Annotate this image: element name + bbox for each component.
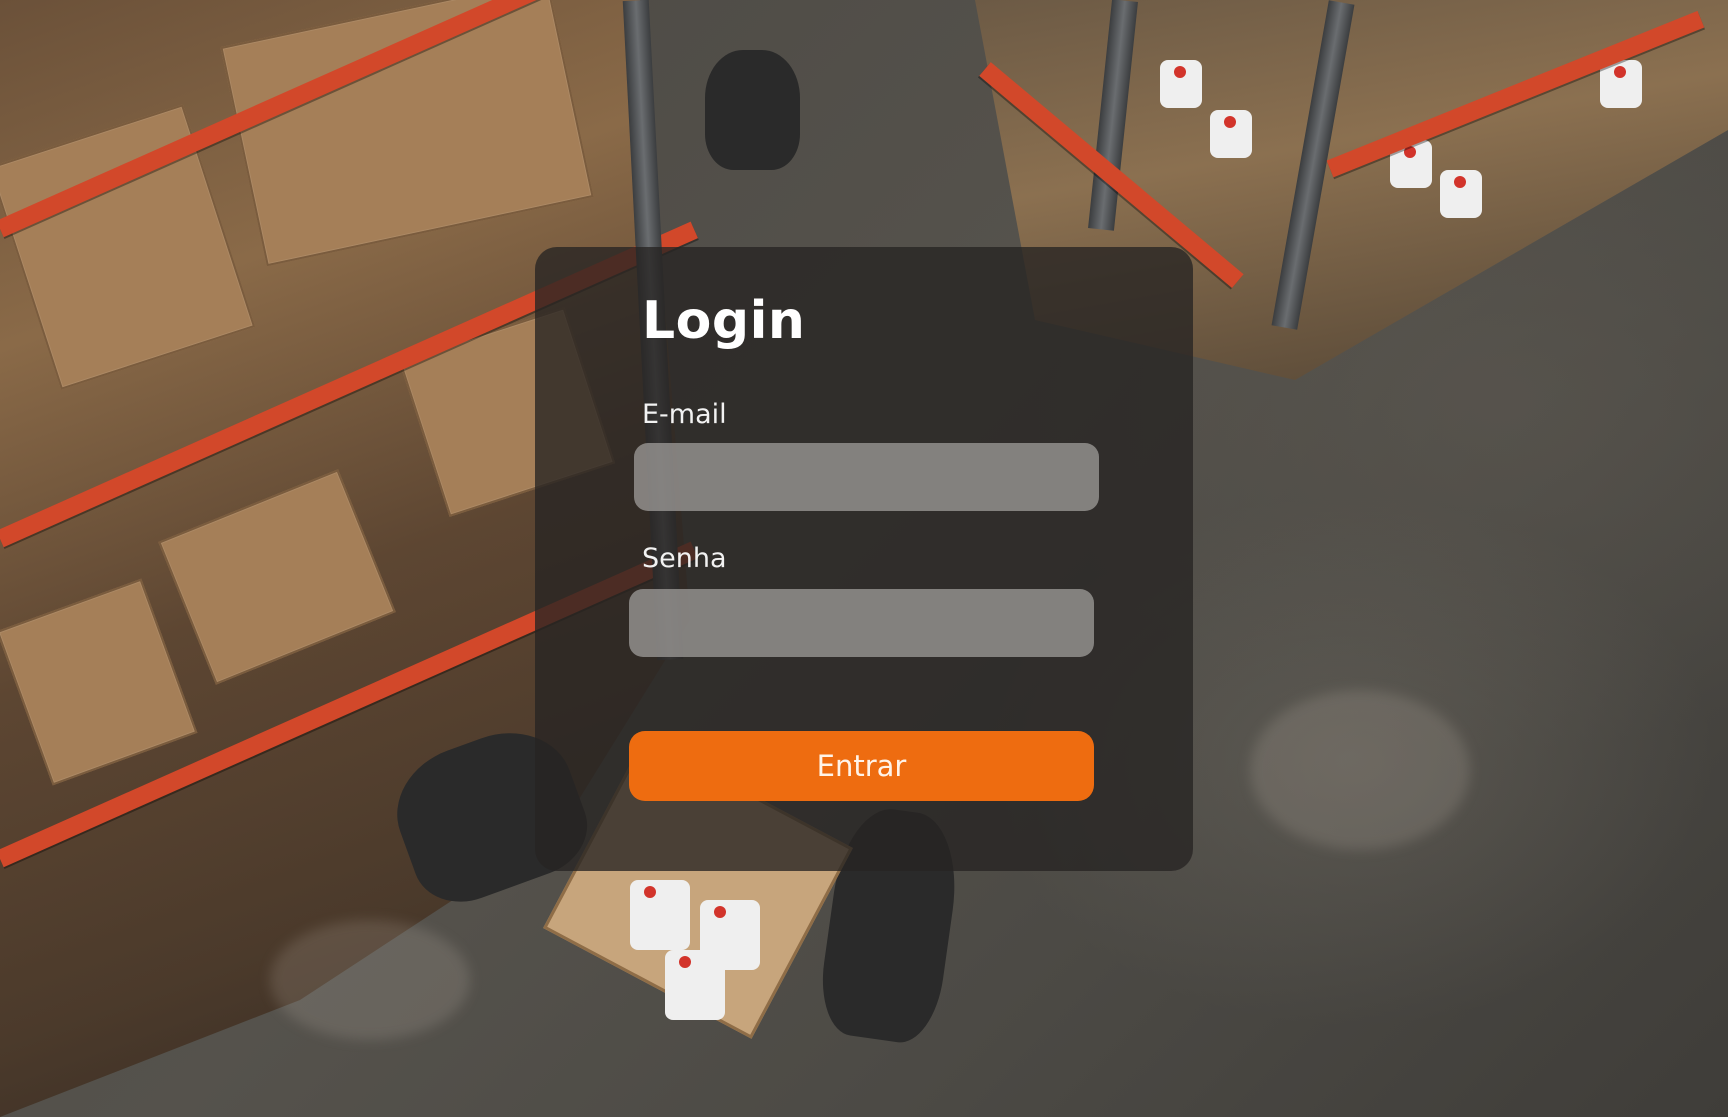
login-card: Login E-mail Senha Entrar <box>535 247 1193 871</box>
warehouse-background: Login E-mail Senha Entrar <box>0 0 1728 1117</box>
email-input[interactable] <box>634 443 1099 511</box>
floor-stain <box>1250 690 1470 850</box>
email-label: E-mail <box>642 399 727 430</box>
password-label: Senha <box>642 543 727 574</box>
jug <box>1600 60 1642 108</box>
password-input[interactable] <box>629 589 1094 657</box>
jug <box>1210 110 1252 158</box>
jug <box>665 950 725 1020</box>
worker-figure <box>705 50 800 170</box>
jug <box>1160 60 1202 108</box>
floor-stain <box>270 920 470 1040</box>
login-title: Login <box>642 291 806 351</box>
jug <box>1440 170 1482 218</box>
jug <box>630 880 690 950</box>
login-submit-button[interactable]: Entrar <box>629 731 1094 801</box>
